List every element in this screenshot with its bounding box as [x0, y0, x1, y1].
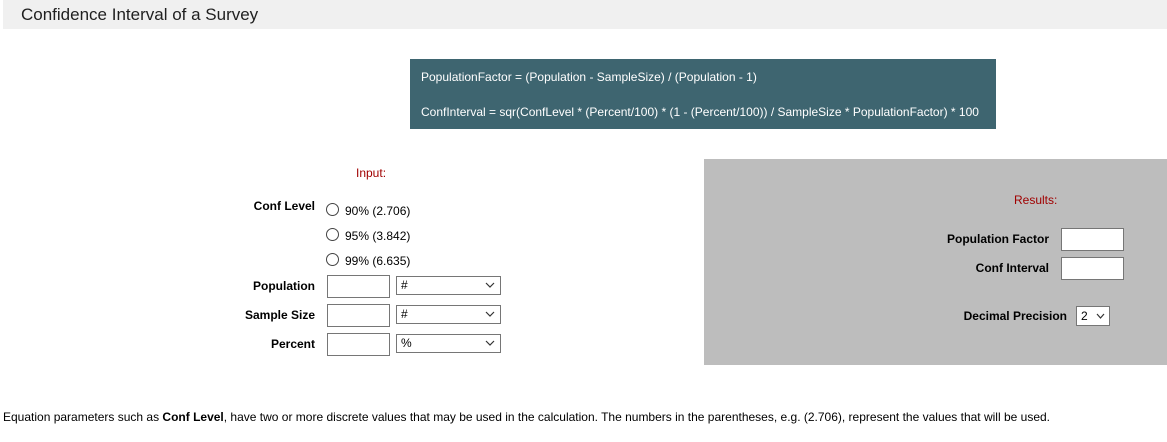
input-heading: Input:	[356, 166, 387, 180]
footnote-prefix: Equation parameters such as	[3, 410, 163, 424]
conf-option-label: 90% (2.706)	[345, 204, 411, 218]
population-unit-value: #	[401, 278, 408, 292]
conf-option-label: 95% (3.842)	[345, 229, 411, 243]
radio-button[interactable]	[326, 252, 339, 266]
formula-box: PopulationFactor = (Population - SampleS…	[410, 59, 996, 129]
results-heading: Results:	[1014, 193, 1058, 207]
decimal-precision-select[interactable]: 2	[1076, 306, 1110, 326]
percent-input[interactable]	[327, 333, 390, 356]
chevron-down-icon	[485, 311, 495, 317]
percent-unit-select[interactable]: %	[396, 334, 501, 353]
sample-size-unit-select[interactable]: #	[396, 305, 501, 324]
radio-button[interactable]	[326, 227, 339, 241]
conf-option-95[interactable]: 95% (3.842)	[326, 226, 411, 243]
sample-size-label: Sample Size	[244, 308, 315, 322]
population-factor-label: Population Factor	[947, 232, 1049, 246]
footnote-suffix: , have two or more discrete values that …	[223, 410, 1051, 424]
population-unit-select[interactable]: #	[396, 276, 501, 295]
conf-interval-output[interactable]	[1061, 257, 1124, 280]
radio-button[interactable]	[326, 202, 339, 216]
formula-conf-interval: ConfInterval = sqr(ConfLevel * (Percent/…	[421, 105, 979, 119]
conf-level-label: Conf Level	[253, 199, 315, 213]
chevron-down-icon	[485, 340, 495, 346]
page-title: Confidence Interval of a Survey	[21, 5, 259, 24]
title-bar: Confidence Interval of a Survey	[3, 0, 1167, 29]
population-input[interactable]	[327, 275, 390, 298]
conf-interval-label: Conf Interval	[975, 261, 1049, 275]
conf-option-90[interactable]: 90% (2.706)	[326, 201, 411, 218]
footnote: Equation parameters such as Conf Level, …	[3, 410, 1050, 424]
sample-size-input[interactable]	[327, 304, 390, 327]
conf-option-label: 99% (6.635)	[345, 254, 411, 268]
percent-unit-value: %	[401, 336, 412, 350]
chevron-down-icon	[485, 282, 495, 288]
sample-size-unit-value: #	[401, 307, 408, 321]
formula-population-factor: PopulationFactor = (Population - SampleS…	[421, 70, 757, 84]
percent-label: Percent	[270, 337, 315, 351]
conf-option-99[interactable]: 99% (6.635)	[326, 251, 411, 268]
chevron-down-icon	[1096, 313, 1105, 319]
footnote-bold: Conf Level	[162, 410, 224, 424]
population-factor-output[interactable]	[1061, 228, 1124, 251]
population-label: Population	[253, 279, 315, 293]
decimal-precision-label: Decimal Precision	[963, 309, 1067, 323]
decimal-precision-value: 2	[1081, 309, 1088, 323]
